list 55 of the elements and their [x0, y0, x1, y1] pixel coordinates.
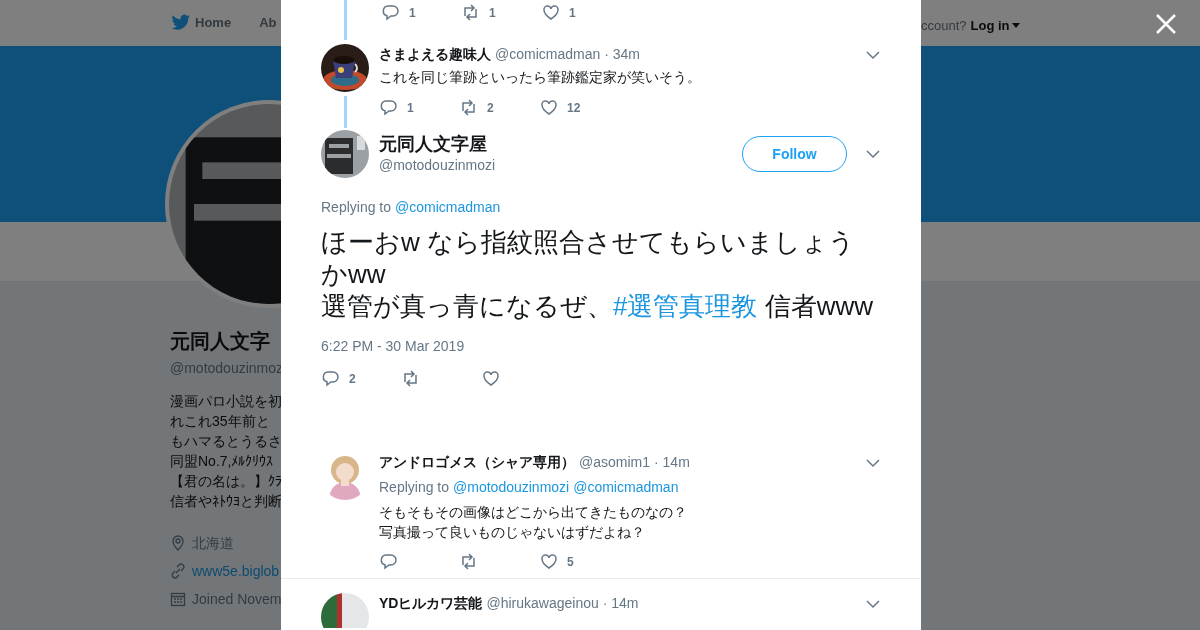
user-name: アンドロゴメス（シャア専用）	[379, 453, 575, 472]
tweet-timestamp: 6:22 PM - 30 Mar 2019	[321, 337, 466, 356]
user-name: 元同人文字屋	[379, 132, 488, 155]
bird-icon	[171, 14, 191, 32]
close-icon[interactable]	[1155, 13, 1177, 35]
thread-line	[343, 0, 347, 40]
heart-icon[interactable]	[481, 369, 501, 389]
action-count: 1	[569, 5, 576, 22]
website-link[interactable]: www5e.biglob	[192, 560, 280, 582]
tweet-text: ほーおw なら指紋照合させてもらいましょうかww 選管が真っ青になるぜ、#選管真理教 信者www	[321, 226, 875, 322]
replying-label: Replying to	[379, 478, 450, 497]
heart-icon[interactable]	[541, 3, 561, 23]
user-name: さまよえる趣味人	[379, 45, 491, 64]
user-name: YDヒルカワ芸能	[379, 594, 483, 613]
calendar-icon	[170, 591, 186, 607]
action-count: 1	[489, 5, 496, 22]
action-count: 2	[349, 371, 356, 388]
action-count: 12	[567, 100, 581, 117]
nav-link[interactable]: Ab	[259, 13, 277, 33]
profile-joined: Joined Novem	[192, 589, 281, 609]
user-handle: @motodouzinmozi	[379, 155, 496, 175]
reply-icon[interactable]	[381, 3, 401, 23]
location-icon	[170, 535, 186, 551]
tweet-text-line: そもそもその画像はどこから出てきたものなの？	[379, 503, 688, 522]
profile-location: 北海道	[192, 533, 234, 553]
link-icon	[170, 563, 186, 579]
action-count: 1	[409, 5, 416, 22]
mention-link[interactable]: @comicmadman	[395, 197, 501, 218]
heart-icon[interactable]	[539, 98, 559, 118]
replying-label: Replying to	[321, 198, 392, 217]
action-count: 1	[407, 100, 414, 117]
reply-icon[interactable]	[379, 98, 399, 118]
mention-link[interactable]: @motodouzinmozi	[453, 477, 570, 498]
profile-bio: 漫画パロ小説を初 れこれ35年前と もハマるとうるさ 同盟No.7,ﾒﾙｸﾘｳｽ 【君の名は。】ｸﾗ 信者やﾈﾄｳﾖと判断	[170, 392, 281, 511]
tweet-time: · 34m	[604, 45, 641, 64]
user-handle: @asomim1	[579, 453, 650, 472]
reply-icon[interactable]	[379, 552, 399, 572]
hashtag-link[interactable]: #選管真理教	[613, 291, 758, 321]
tweet-text-line: 写真撮って良いものじゃないはずだよね？	[379, 523, 646, 542]
login-link[interactable]: Log in	[970, 16, 1020, 36]
thread-line	[343, 96, 347, 128]
user-handle: @hirukawageinou	[486, 594, 599, 613]
tweet-time: · 14m	[654, 453, 690, 472]
reply-icon[interactable]	[321, 369, 341, 389]
login-prompt: ccount?	[921, 17, 967, 35]
tweet-time: · 14m	[602, 594, 639, 613]
heart-icon[interactable]	[539, 552, 559, 572]
caret-icon	[1011, 23, 1020, 29]
action-count: 5	[567, 554, 574, 571]
nav-link[interactable]: Home	[171, 13, 232, 33]
tweet-text: これを同じ筆跡といったら筆跡鑑定家が笑いそう。	[379, 68, 702, 87]
user-handle: @comicmadman	[495, 45, 601, 64]
mention-link[interactable]: @comicmadman	[573, 477, 679, 498]
action-count: 2	[487, 100, 494, 117]
profile-name: 元同人文字	[170, 329, 271, 354]
